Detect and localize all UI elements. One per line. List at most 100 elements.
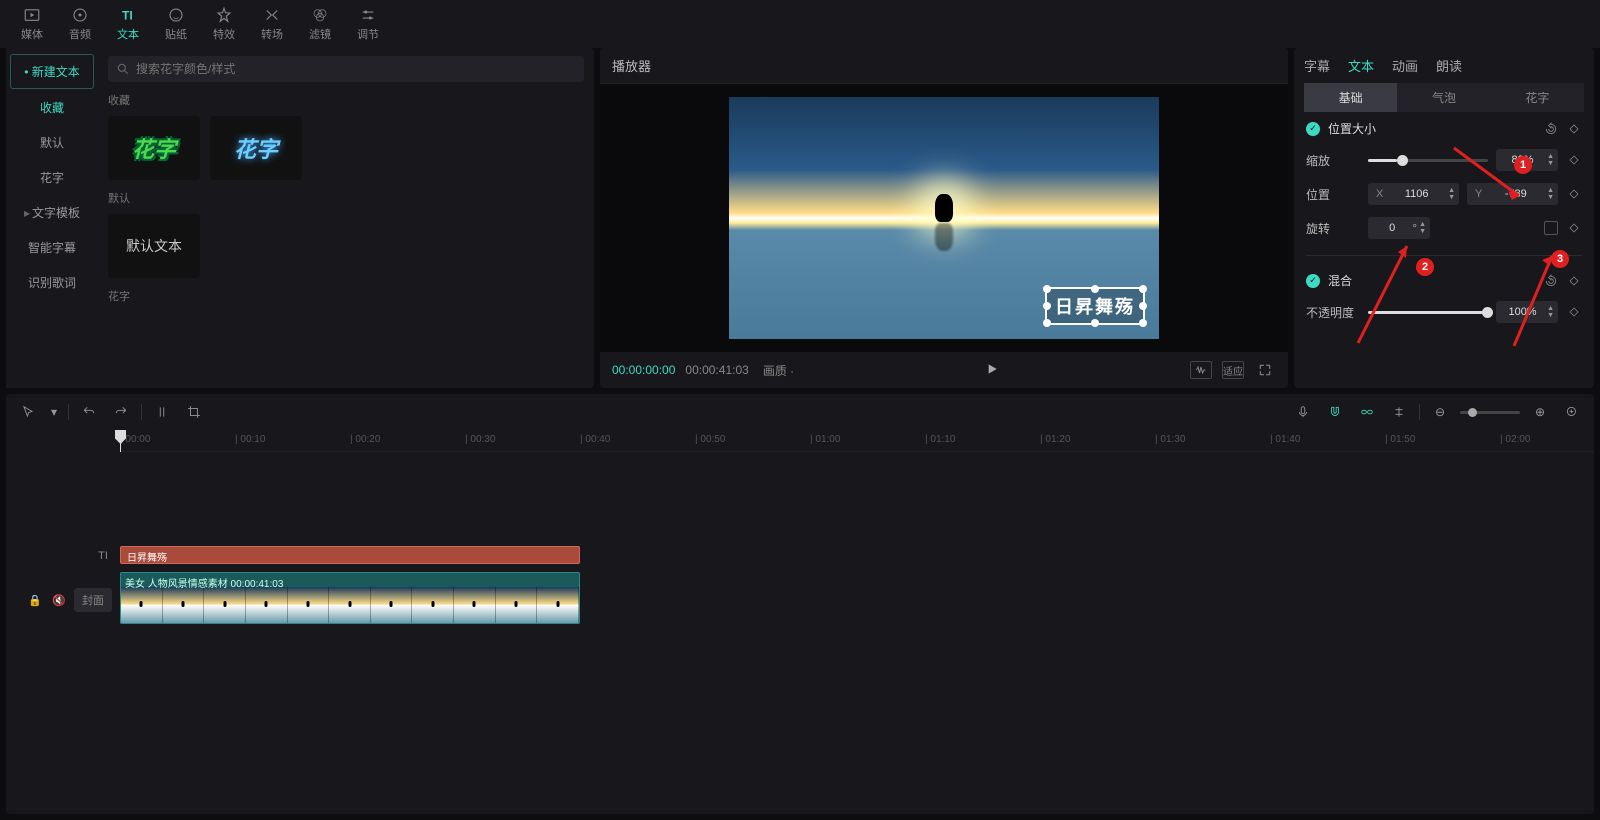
tool-media[interactable]: 媒体 [8,4,56,44]
reset-icon[interactable] [1544,122,1558,136]
player-viewport[interactable]: 日昇舞殇 [600,84,1288,352]
blend-reset-icon[interactable] [1544,274,1558,288]
timeline-toolbar: ▾ ⊖ ⊕ [6,394,1594,430]
opacity-spinner[interactable]: 100% ▲▼ [1496,301,1558,323]
mute-icon[interactable]: 🔇 [50,591,68,609]
split-button[interactable] [150,400,174,424]
transition-icon [263,6,281,24]
sidebar-item-huazi[interactable]: 花字 [10,161,94,194]
video-clip[interactable]: 美女 人物风景情感素材 00:00:41:03 [120,572,580,624]
tab-read[interactable]: 朗读 [1436,56,1462,75]
sidebar-item-favorite[interactable]: 收藏 [10,91,94,124]
sidebar-item-lyrics[interactable]: 识别歌词 [10,266,94,299]
position-size-toggle[interactable]: ✓ [1306,122,1320,136]
effect-icon [215,6,233,24]
playhead[interactable] [120,430,121,452]
sidebar-item-default[interactable]: 默认 [10,126,94,159]
opacity-keyframe[interactable] [1566,304,1582,320]
tab-text[interactable]: 文本 [1348,56,1374,75]
quality-selector[interactable]: 画质 · [763,362,794,379]
zoom-fit[interactable] [1560,400,1584,424]
link-button[interactable] [1355,400,1379,424]
text-overlay-box[interactable]: 日昇舞殇 [1045,287,1145,325]
pointer-tool[interactable] [16,400,40,424]
position-keyframe[interactable] [1566,186,1582,202]
tool-filter[interactable]: 滤镜 [296,4,344,44]
preview-mode[interactable] [1387,400,1411,424]
blend-keyframe[interactable] [1566,273,1582,289]
subtab-basic[interactable]: 基础 [1304,83,1397,112]
sidebar-item-new-text[interactable]: • 新建文本 [10,54,94,89]
tool-effect[interactable]: 特效 [200,4,248,44]
opacity-label: 不透明度 [1306,304,1360,321]
opacity-slider[interactable] [1368,311,1488,314]
scale-slider[interactable] [1368,159,1488,162]
play-button[interactable] [984,361,1000,380]
link-icon [1360,405,1374,419]
zoom-slider[interactable] [1460,411,1520,414]
zoom-out[interactable]: ⊖ [1428,400,1452,424]
text-icon: TI [119,6,137,24]
tool-transition[interactable]: 转场 [248,4,296,44]
preset-default-text[interactable]: 默认文本 [108,214,200,278]
waveform-icon [1194,364,1208,376]
zoom-fit-icon [1565,405,1579,419]
tab-animation[interactable]: 动画 [1392,56,1418,75]
preset-huazi-green[interactable]: 花字 [108,116,200,180]
position-x-spinner[interactable]: X 1106 ▲▼ [1368,183,1459,205]
timeline-ruler[interactable]: | 00:00| 00:10| 00:20| 00:30| 00:40| 00:… [120,430,1594,452]
ruler-tick: | 02:00 [1500,434,1530,445]
position-y-spinner[interactable]: Y -789 ▲▼ [1467,183,1558,205]
scope-button[interactable] [1190,361,1212,379]
search-input[interactable] [136,62,576,76]
cover-button[interactable]: 封面 [74,588,112,612]
ruler-tick: | 01:40 [1270,434,1300,445]
redo-icon [114,405,128,419]
pointer-icon [21,405,35,419]
keyframe-button[interactable] [1566,121,1582,137]
sidebar-item-templates[interactable]: ▸文字模板 [10,196,94,229]
diamond-icon [1568,123,1580,135]
blend-toggle[interactable]: ✓ [1306,274,1320,288]
text-track-icon: TI [94,547,112,565]
rotate-keyframe[interactable] [1566,220,1582,236]
mic-button[interactable] [1291,400,1315,424]
tool-text[interactable]: TI 文本 [104,4,152,44]
magnet-button[interactable] [1323,400,1347,424]
text-clip[interactable]: 日昇舞殇 [120,546,580,564]
section-favorite-title: 收藏 [108,92,584,108]
sidebar-item-smart-caption[interactable]: 智能字幕 [10,231,94,264]
section-default-title: 默认 [108,190,584,206]
fullscreen-button[interactable] [1254,361,1276,379]
scale-keyframe[interactable] [1566,152,1582,168]
subtab-huazi[interactable]: 花字 [1491,83,1584,112]
position-label: 位置 [1306,186,1360,203]
redo-button[interactable] [109,400,133,424]
preset-huazi-blue[interactable]: 花字 [210,116,302,180]
mic-icon [1296,405,1310,419]
video-frame: 日昇舞殇 [729,97,1159,339]
pointer-dropdown[interactable]: ▾ [48,400,60,424]
tool-sticker[interactable]: 贴纸 [152,4,200,44]
rotate-spinner[interactable]: 0° ▲▼ [1368,217,1430,239]
tab-subtitle[interactable]: 字幕 [1304,56,1330,75]
zoom-in[interactable]: ⊕ [1528,400,1552,424]
lock-icon[interactable]: 🔒 [26,591,44,609]
time-current: 00:00:00:00 [612,363,675,377]
tool-audio[interactable]: 音频 [56,4,104,44]
crop-button[interactable] [182,400,206,424]
tool-adjust[interactable]: 调节 [344,4,392,44]
inspector-panel: 字幕 文本 动画 朗读 基础 气泡 花字 ✓ 位置大小 缩放 [1294,48,1594,388]
ruler-tick: | 01:10 [925,434,955,445]
fit-button[interactable]: 适应 [1222,361,1244,379]
subtab-bubble[interactable]: 气泡 [1397,83,1490,112]
audio-icon [71,6,89,24]
scale-spinner[interactable]: 82% ▲▼ [1496,149,1558,171]
ruler-tick: | 00:30 [465,434,495,445]
search-input-wrap[interactable] [108,56,584,82]
text-overlay: 日昇舞殇 [1055,293,1135,319]
timeline: | 00:00| 00:10| 00:20| 00:30| 00:40| 00:… [6,430,1594,814]
undo-button[interactable] [77,400,101,424]
rotate-label: 旋转 [1306,220,1360,237]
rotate-mode[interactable] [1544,221,1558,235]
